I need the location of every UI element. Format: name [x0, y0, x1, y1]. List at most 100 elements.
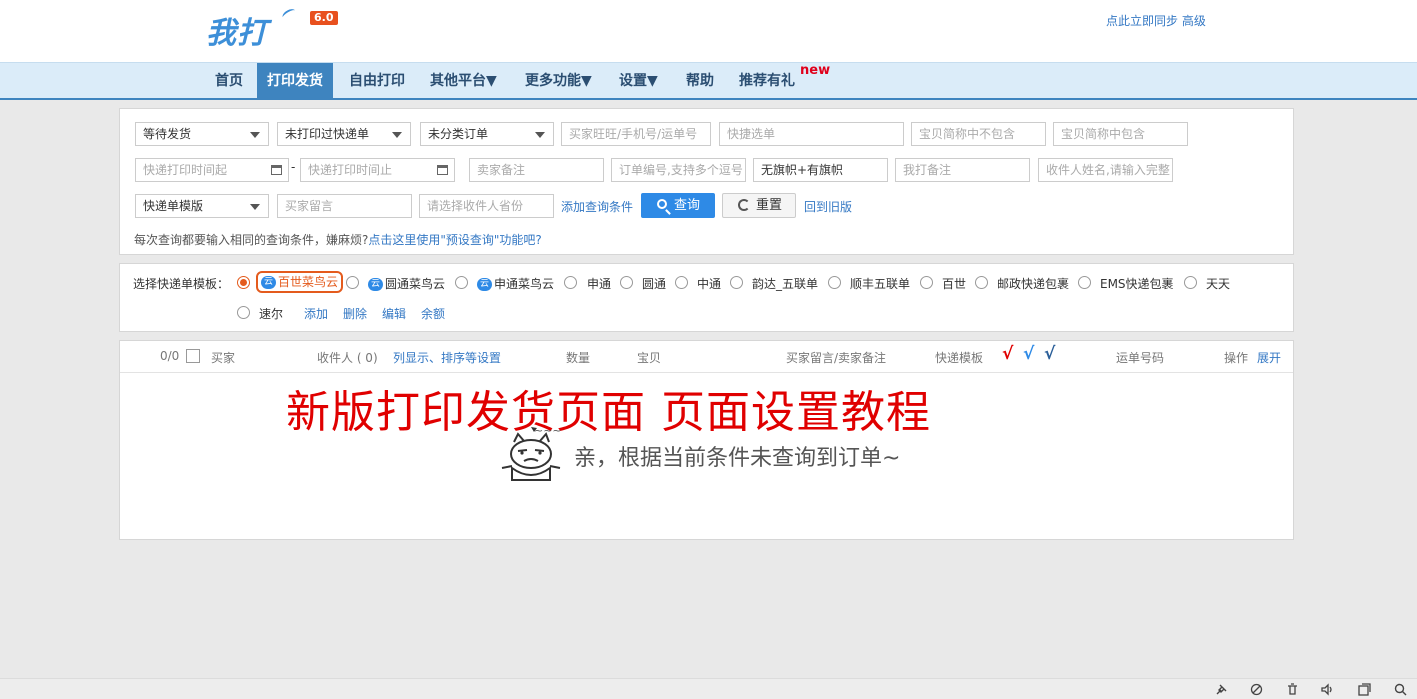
- top-header: 我打 6.0 点此立即同步 高级: [0, 0, 1417, 62]
- select-all-checkbox[interactable]: [186, 349, 200, 363]
- print-time-start-input[interactable]: 快递打印时间起: [135, 158, 289, 182]
- date-range-separator: -: [291, 160, 296, 174]
- table-header-divider: [120, 372, 1293, 373]
- nav-item-print-ship[interactable]: 打印发货: [257, 63, 333, 99]
- template-option[interactable]: 顺丰五联单: [850, 275, 910, 292]
- check-mark-icon[interactable]: √: [1023, 344, 1034, 364]
- nav-item-settings[interactable]: 设置▼: [609, 63, 668, 99]
- template-option-label: 百世菜鸟云: [278, 275, 339, 289]
- window-icon[interactable]: [1358, 683, 1371, 696]
- template-option[interactable]: 百世: [942, 275, 966, 292]
- template-option[interactable]: 韵达_五联单: [752, 275, 818, 292]
- trash-icon[interactable]: [1286, 683, 1299, 696]
- status-select[interactable]: 等待发货: [135, 122, 269, 146]
- nav-item-home[interactable]: 首页: [205, 63, 253, 99]
- reset-button[interactable]: 重置: [722, 193, 796, 218]
- order-number-input[interactable]: 订单编号,支持多个逗号: [611, 158, 746, 182]
- col-item: 宝贝: [637, 351, 662, 365]
- col-messages: 买家留言/卖家备注: [786, 351, 887, 365]
- print-status-value: 未打印过快递单: [285, 127, 370, 141]
- template-radio-0[interactable]: [237, 276, 250, 289]
- print-time-start-placeholder: 快递打印时间起: [143, 163, 228, 177]
- template-radio-7[interactable]: [828, 276, 841, 289]
- template-option[interactable]: 天天: [1206, 275, 1230, 292]
- calendar-icon[interactable]: [271, 165, 282, 175]
- template-option[interactable]: 圆通: [642, 275, 666, 292]
- receiver-name-input[interactable]: 收件人姓名,请输入完整: [1038, 158, 1173, 182]
- pin-icon[interactable]: [1215, 683, 1228, 696]
- new-badge: new: [800, 63, 831, 78]
- sync-link[interactable]: 点此立即同步 高级: [1106, 12, 1206, 29]
- nav-item-referral[interactable]: 推荐有礼: [729, 63, 805, 99]
- quick-select-input[interactable]: 快捷选单: [719, 122, 904, 146]
- hint-text: 每次查询都要输入相同的查询条件，嫌麻烦?: [134, 233, 369, 247]
- balance-link[interactable]: 余额: [421, 305, 445, 322]
- preset-query-link[interactable]: 点击这里使用"预设查询"功能吧?: [368, 233, 541, 247]
- version-badge: 6.0: [310, 11, 338, 25]
- nav-item-more-features[interactable]: 更多功能▼: [515, 63, 602, 99]
- volume-icon[interactable]: [1321, 683, 1334, 696]
- search-icon: [657, 199, 667, 209]
- template-option[interactable]: 申通: [587, 275, 611, 292]
- template-option[interactable]: EMS快递包裹: [1100, 275, 1174, 292]
- nav-item-free-print[interactable]: 自由打印: [339, 63, 415, 99]
- template-radio-11[interactable]: [1184, 276, 1197, 289]
- old-version-link[interactable]: 回到旧版: [804, 198, 852, 215]
- category-value: 未分类订单: [428, 127, 489, 141]
- template-radio-2[interactable]: [455, 276, 468, 289]
- search-icon[interactable]: [1394, 683, 1407, 696]
- col-actions: 操作: [1224, 351, 1249, 365]
- calendar-icon[interactable]: [437, 165, 448, 175]
- col-template: 快递模板: [935, 351, 984, 365]
- template-option[interactable]: 云申通菜鸟云: [477, 275, 554, 292]
- add-template-link[interactable]: 添加: [304, 305, 328, 322]
- seller-note-input[interactable]: 卖家备注: [469, 158, 604, 182]
- template-radio-5[interactable]: [675, 276, 688, 289]
- tutorial-banner: 新版打印发货页面 页面设置教程: [286, 387, 931, 438]
- preset-query-hint: 每次查询都要输入相同的查询条件，嫌麻烦?点击这里使用"预设查询"功能吧?: [134, 231, 542, 248]
- refresh-icon: [738, 199, 750, 211]
- template-radio-6[interactable]: [730, 276, 743, 289]
- template-option[interactable]: 中通: [697, 275, 721, 292]
- delete-template-link[interactable]: 删除: [343, 305, 367, 322]
- query-button[interactable]: 查询: [641, 193, 715, 218]
- category-select[interactable]: 未分类订单: [420, 122, 554, 146]
- province-input[interactable]: 请选择收件人省份: [419, 194, 554, 218]
- template-radio-3[interactable]: [564, 276, 577, 289]
- check-mark-icon[interactable]: √: [1002, 344, 1013, 364]
- expand-link[interactable]: 展开: [1257, 349, 1281, 366]
- template-option-selected[interactable]: 云百世菜鸟云: [256, 271, 344, 293]
- print-status-select[interactable]: 未打印过快递单: [277, 122, 411, 146]
- template-option[interactable]: 邮政快递包裹: [997, 275, 1069, 292]
- flag-select[interactable]: 无旗帜+有旗帜: [753, 158, 888, 182]
- my-note-input[interactable]: 我打备注: [895, 158, 1030, 182]
- chevron-down-icon: [250, 204, 260, 210]
- status-select-value: 等待发货: [143, 127, 192, 141]
- template-radio-9[interactable]: [975, 276, 988, 289]
- add-condition-link[interactable]: 添加查询条件: [561, 198, 633, 215]
- app-logo[interactable]: 我打: [206, 8, 268, 52]
- print-time-end-input[interactable]: 快递打印时间止: [300, 158, 455, 182]
- template-radio-4[interactable]: [620, 276, 633, 289]
- edit-template-link[interactable]: 编辑: [382, 305, 406, 322]
- query-button-label: 查询: [674, 198, 701, 213]
- nav-item-help[interactable]: 帮助: [676, 63, 724, 99]
- nav-item-other-platforms[interactable]: 其他平台▼: [420, 63, 507, 99]
- reset-button-label: 重置: [756, 198, 783, 213]
- template-select-value: 快递单模版: [143, 199, 204, 213]
- column-settings-link[interactable]: 列显示、排序等设置: [393, 349, 501, 366]
- template-radio-10[interactable]: [1078, 276, 1091, 289]
- buyer-search-input[interactable]: 买家旺旺/手机号/运单号: [561, 122, 711, 146]
- check-mark-icon[interactable]: √: [1044, 344, 1055, 364]
- include-short-name-input[interactable]: 宝贝简称中包含: [1053, 122, 1188, 146]
- template-radio-1[interactable]: [346, 276, 359, 289]
- template-radio-12[interactable]: [237, 306, 250, 319]
- exclude-short-name-input[interactable]: 宝贝简称中不包含: [911, 122, 1046, 146]
- no-audio-icon[interactable]: [1250, 683, 1263, 696]
- template-option[interactable]: 云圆通菜鸟云: [368, 275, 445, 292]
- buyer-message-input[interactable]: 买家留言: [277, 194, 412, 218]
- template-option[interactable]: 速尔: [259, 305, 283, 322]
- template-select[interactable]: 快递单模版: [135, 194, 269, 218]
- main-nav: 首页 打印发货 自由打印 其他平台▼ 更多功能▼ 设置▼ 帮助 推荐有礼 new: [0, 62, 1417, 100]
- template-radio-8[interactable]: [920, 276, 933, 289]
